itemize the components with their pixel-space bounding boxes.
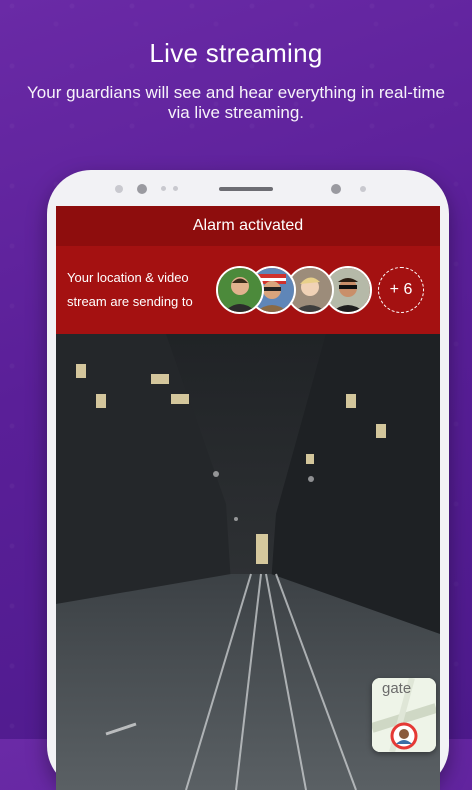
sensor-dot-icon <box>161 186 166 191</box>
phone-frame: Alarm activated Your location & video st… <box>47 170 449 790</box>
sensor-dot-icon <box>173 186 178 191</box>
sensor-dot-icon <box>115 185 123 193</box>
header: Live streaming Your guardians will see a… <box>0 38 472 123</box>
speaker-grille <box>219 187 273 191</box>
proximity-sensor-icon <box>331 184 341 194</box>
alarm-title: Alarm activated <box>192 217 304 234</box>
phone-top-bar <box>47 170 449 208</box>
page-title: Live streaming <box>149 38 323 68</box>
guardian-bar: Your location & video stream are sending… <box>56 246 440 334</box>
map-preview[interactable]: gate <box>372 678 436 752</box>
more-guardians-button[interactable]: + 6 <box>378 267 424 313</box>
phone-screen: Alarm activated Your location & video st… <box>56 206 440 790</box>
sensor-dot-icon <box>360 186 366 192</box>
avatar[interactable] <box>216 266 264 314</box>
page-subtitle: Your guardians will see and hear everyth… <box>27 83 445 122</box>
location-sharing-text: Your location & video stream are sending… <box>67 270 193 309</box>
front-camera-icon <box>137 184 147 194</box>
map-label: gate <box>382 680 412 697</box>
alarm-status-bar: Alarm activated <box>56 206 440 246</box>
